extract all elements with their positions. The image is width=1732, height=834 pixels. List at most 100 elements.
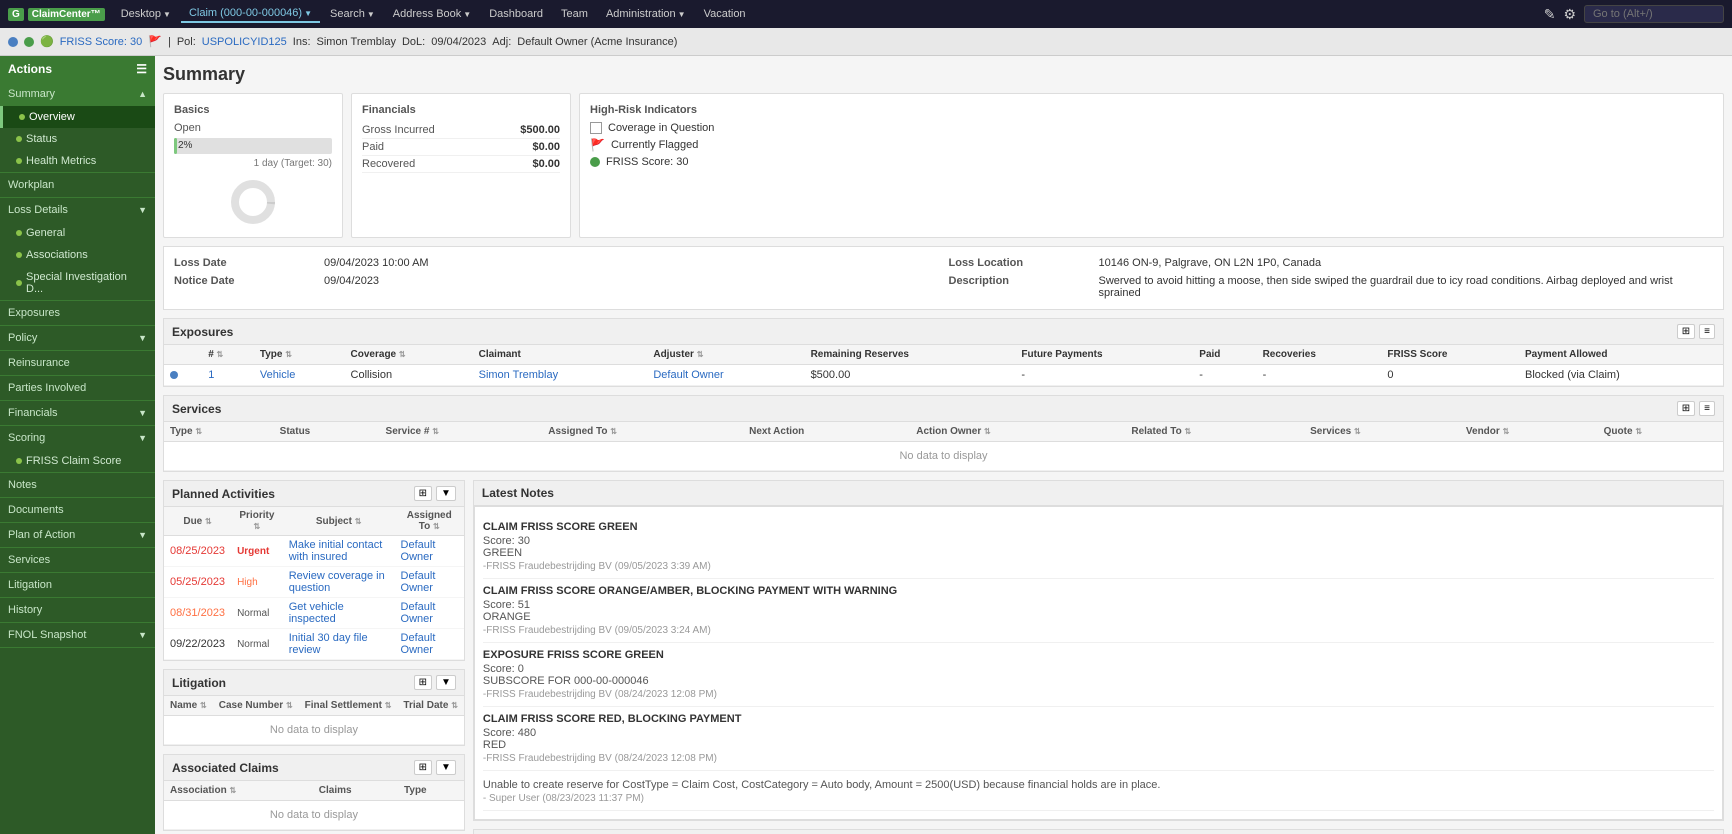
sidebar-summary-header[interactable]: Summary ▲ — [0, 82, 155, 106]
claim-bar-sep: | — [168, 36, 171, 48]
sidebar-policy-header[interactable]: Policy ▼ — [0, 326, 155, 350]
sidebar-parties-header[interactable]: Parties Involved — [0, 376, 155, 400]
paid-value: $0.00 — [532, 141, 560, 153]
financials-title: Financials — [362, 104, 560, 116]
litigation-more-btn[interactable]: ▼ — [436, 675, 456, 690]
basics-card: Basics Open 2% 1 day (Target: 30) — [163, 93, 343, 238]
col-lit-case: Case Number ⇅ — [213, 696, 299, 716]
sidebar-reinsurance-header[interactable]: Reinsurance — [0, 351, 155, 375]
planned-grid-btn[interactable]: ⊞ — [414, 486, 432, 501]
row-due: 08/25/2023 — [164, 536, 231, 567]
paid-row: Paid $0.00 — [362, 139, 560, 156]
note-item: Unable to create reserve for CostType = … — [483, 771, 1714, 811]
note-score: Score: 480 — [483, 727, 1714, 739]
col-svc-owner: Action Owner ⇅ — [910, 422, 1125, 442]
services-table: Type ⇅ Status Service # ⇅ Assigned To ⇅ … — [164, 422, 1723, 471]
sidebar-item-overview[interactable]: Overview — [0, 106, 155, 128]
col-num: # ⇅ — [202, 345, 254, 365]
global-search-input[interactable] — [1584, 5, 1724, 23]
sidebar-item-status[interactable]: Status — [0, 128, 155, 150]
sidebar-section-parties: Parties Involved — [0, 376, 155, 401]
planned-more-btn[interactable]: ▼ — [436, 486, 456, 501]
recovered-label: Recovered — [362, 158, 415, 170]
litigation-title: Litigation — [172, 676, 226, 690]
no-data-cell: No data to display — [164, 442, 1723, 471]
assoc-claims-title: Associated Claims — [172, 761, 279, 775]
sidebar-section-reinsurance: Reinsurance — [0, 351, 155, 376]
sidebar-financials-header[interactable]: Financials ▼ — [0, 401, 155, 425]
nav-claim[interactable]: Claim (000-00-000046) ▼ — [181, 5, 320, 23]
services-grid-btn[interactable]: ⊞ — [1677, 401, 1695, 416]
pol-value[interactable]: USPOLICYID125 — [202, 36, 287, 48]
sidebar-item-special-inv[interactable]: Special Investigation D... — [0, 266, 155, 300]
nav-search[interactable]: Search ▼ — [322, 6, 383, 22]
loss-info-section: Loss Date 09/04/2023 10:00 AM Loss Locat… — [163, 246, 1724, 310]
note-item: CLAIM FRISS SCORE ORANGE/AMBER, BLOCKING… — [483, 579, 1714, 643]
sidebar-section-exposures: Exposures — [0, 301, 155, 326]
risk-title: High-Risk Indicators — [590, 104, 1713, 116]
row-due: 09/22/2023 — [164, 629, 231, 660]
exposures-controls: ⊞ ≡ — [1677, 324, 1715, 339]
nav-desktop[interactable]: Desktop ▼ — [113, 6, 179, 22]
sidebar-actions: Actions ☰ — [0, 56, 155, 82]
nav-team[interactable]: Team — [553, 6, 596, 22]
sidebar-exposures-header[interactable]: Exposures — [0, 301, 155, 325]
sidebar-documents-header[interactable]: Documents — [0, 498, 155, 522]
settings-icon[interactable]: ⚙ — [1563, 6, 1576, 23]
row-friss: 0 — [1381, 365, 1519, 386]
app-logo: G ClaimCenter™ — [8, 8, 105, 21]
row-adjuster: Default Owner — [647, 365, 804, 386]
risk-item-flagged: 🚩 Currently Flagged — [590, 138, 1713, 152]
exposures-section: Exposures ⊞ ≡ # ⇅ Type ⇅ Coverage ⇅ Clai… — [163, 318, 1724, 387]
note-item: CLAIM FRISS SCORE RED, BLOCKING PAYMENT … — [483, 707, 1714, 771]
app-name: ClaimCenter™ — [28, 8, 105, 21]
nav-administration[interactable]: Administration ▼ — [598, 6, 694, 22]
row-priority: Normal — [231, 598, 283, 629]
nav-address-book[interactable]: Address Book ▼ — [385, 6, 479, 22]
exposures-list-btn[interactable]: ≡ — [1699, 324, 1715, 339]
sidebar-litigation-header[interactable]: Litigation — [0, 573, 155, 597]
notes-header: Latest Notes — [474, 481, 1723, 506]
notes-container: CLAIM FRISS SCORE GREEN Score: 30 GREEN … — [474, 506, 1723, 820]
col-friss: FRISS Score — [1381, 345, 1519, 365]
services-list-btn[interactable]: ≡ — [1699, 401, 1715, 416]
note-color: RED — [483, 739, 1714, 751]
progress-label: 2% — [178, 138, 192, 154]
col-svc-services: Services ⇅ — [1304, 422, 1460, 442]
loss-location-value: 10146 ON-9, Palgrave, ON L2N 1P0, Canada — [1099, 257, 1714, 269]
assoc-grid-btn[interactable]: ⊞ — [414, 760, 432, 775]
row-status — [164, 365, 202, 386]
sidebar-workplan-header[interactable]: Workplan — [0, 173, 155, 197]
note-title: EXPOSURE FRISS SCORE GREEN — [483, 649, 1714, 661]
sidebar-notes-header[interactable]: Notes — [0, 473, 155, 497]
sidebar-services-header[interactable]: Services — [0, 548, 155, 572]
nav-dashboard[interactable]: Dashboard — [481, 6, 551, 22]
sidebar-history-header[interactable]: History — [0, 598, 155, 622]
sidebar-scoring-header[interactable]: Scoring ▼ — [0, 426, 155, 450]
sidebar-loss-details-header[interactable]: Loss Details ▼ — [0, 198, 155, 222]
flag-icon: 🚩 — [148, 35, 162, 48]
sidebar-actions-icon[interactable]: ☰ — [136, 62, 147, 76]
exposures-grid-btn[interactable]: ⊞ — [1677, 324, 1695, 339]
sidebar-item-associations[interactable]: Associations — [0, 244, 155, 266]
friss-score-value[interactable]: FRISS Score: 30 — [60, 36, 143, 48]
sidebar-item-health-metrics[interactable]: Health Metrics — [0, 150, 155, 172]
sidebar-plan-of-action-header[interactable]: Plan of Action ▼ — [0, 523, 155, 547]
litigation-grid-btn[interactable]: ⊞ — [414, 675, 432, 690]
note-item: CLAIM FRISS SCORE GREEN Score: 30 GREEN … — [483, 515, 1714, 579]
sidebar-item-friss-claim-score[interactable]: FRISS Claim Score — [0, 450, 155, 472]
basics-status: Open — [174, 122, 332, 134]
sidebar-item-general[interactable]: General — [0, 222, 155, 244]
loss-location-label: Loss Location — [949, 257, 1089, 269]
note-score: Score: 0 — [483, 663, 1714, 675]
chevron-down-icon: ▼ — [678, 10, 686, 19]
row-subject: Make initial contact with insured — [283, 536, 395, 567]
assoc-header-row: Association ⇅ Claims Type — [164, 781, 464, 801]
assoc-claims-table: Association ⇅ Claims Type No data to dis… — [164, 781, 464, 830]
nav-vacation[interactable]: Vacation — [696, 6, 754, 22]
adj-value: Default Owner (Acme Insurance) — [517, 36, 677, 48]
sidebar-fnol-header[interactable]: FNOL Snapshot ▼ — [0, 623, 155, 647]
assoc-more-btn[interactable]: ▼ — [436, 760, 456, 775]
risk-label-coverage: Coverage in Question — [608, 122, 714, 134]
edit-icon[interactable]: ✎ — [1544, 6, 1556, 23]
